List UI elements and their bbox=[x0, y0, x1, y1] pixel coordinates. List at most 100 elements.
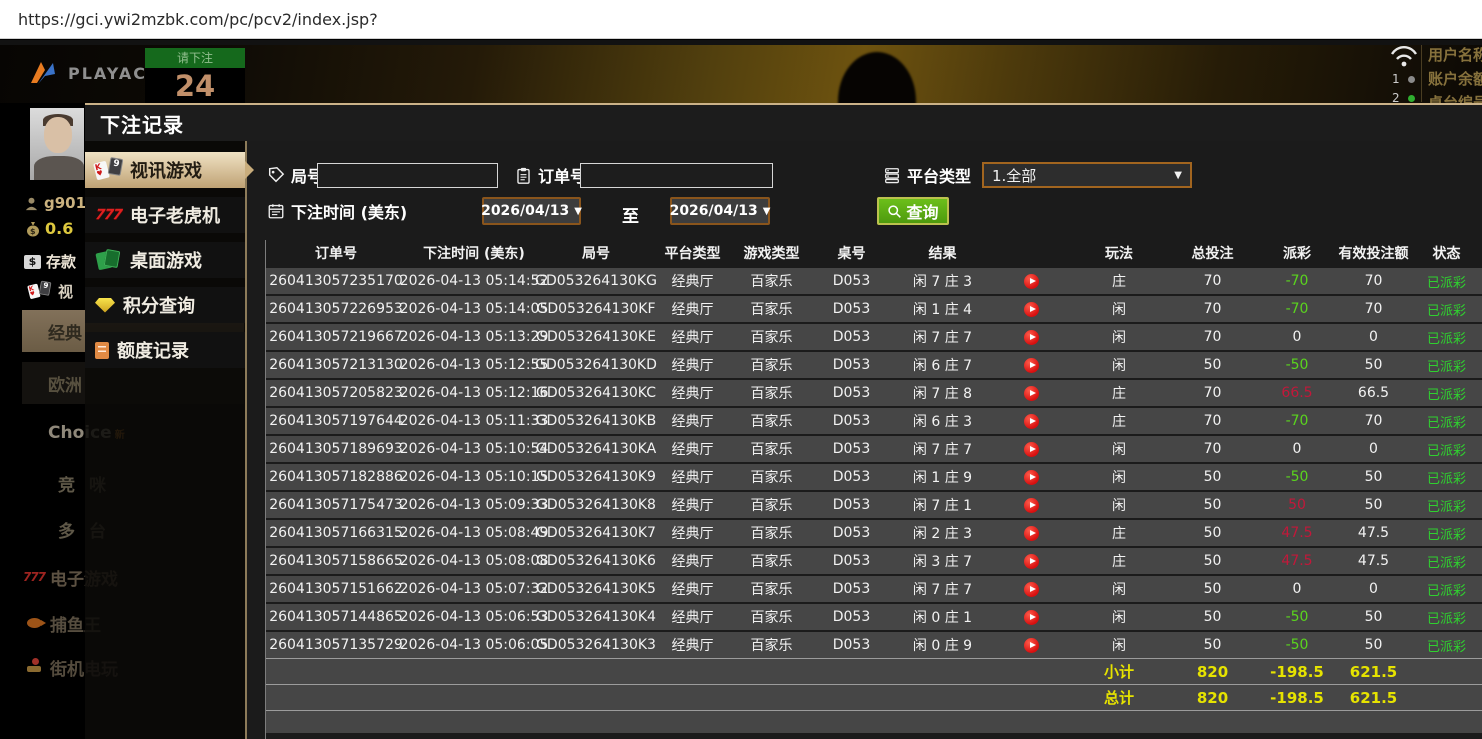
game-no-cell: GD053264130KE bbox=[536, 329, 656, 345]
total-bet-cell: 70 bbox=[1203, 273, 1222, 289]
table-row: 260413057235170 2026-04-13 05:14:52 GD0532… bbox=[266, 268, 1482, 294]
replay-button[interactable] bbox=[1023, 525, 1039, 541]
order-cell: 260413057151662 bbox=[269, 581, 403, 597]
avatar bbox=[30, 108, 84, 180]
result-cell: 闲 7 庄 7 bbox=[912, 582, 973, 598]
table-no-cell: D053 bbox=[832, 385, 871, 401]
replay-button[interactable] bbox=[1023, 637, 1039, 653]
status-cell: 已派彩 bbox=[1426, 359, 1466, 375]
total-bet-cell: 50 bbox=[1203, 525, 1222, 541]
platform-cell: 经典厅 bbox=[671, 386, 714, 402]
total-bet-cell: 50 bbox=[1203, 609, 1222, 625]
game-type-cell: 百家乐 bbox=[750, 526, 793, 542]
bet-timer: 请下注 24 bbox=[145, 48, 245, 103]
order-cell: 260413057144865 bbox=[269, 609, 403, 625]
sidebar-item-points-query[interactable]: 积分查询 bbox=[85, 287, 245, 323]
game-no-cell: GD053264130KD bbox=[535, 357, 657, 373]
column-header: 游戏类型 bbox=[743, 246, 800, 262]
valid-bet-cell: 50 bbox=[1364, 637, 1383, 653]
game-type-cell: 百家乐 bbox=[750, 302, 793, 318]
replay-button[interactable] bbox=[1023, 441, 1039, 457]
cards-icon: K ♥ 9 bbox=[27, 280, 52, 300]
replay-button[interactable] bbox=[1023, 385, 1039, 401]
total-bet-cell: 70 bbox=[1203, 441, 1222, 457]
game-type-cell: 百家乐 bbox=[750, 414, 793, 430]
replay-cell bbox=[990, 324, 1072, 350]
replay-button[interactable] bbox=[1023, 301, 1039, 317]
table-row: 260413057189693 2026-04-13 05:10:54 GD0532… bbox=[266, 436, 1482, 462]
game-type-cell: 百家乐 bbox=[750, 498, 793, 514]
subtotal-total-bet: 820 bbox=[1196, 662, 1229, 681]
table-rows: 260413057235170 2026-04-13 05:14:52 GD0532… bbox=[266, 268, 1482, 658]
playace-logo: PLAYACE bbox=[28, 57, 160, 89]
valid-bet-cell: 50 bbox=[1364, 357, 1383, 373]
valid-bet-cell: 50 bbox=[1364, 469, 1383, 485]
replay-button[interactable] bbox=[1023, 469, 1039, 485]
replay-cell bbox=[990, 632, 1072, 658]
order-cell: 260413057219667 bbox=[269, 329, 403, 345]
sidebar-item-label: 桌面游戏 bbox=[130, 251, 202, 272]
column-header: 订单号 bbox=[315, 246, 357, 262]
table-header-row: 订单号 下注时间 (美东) 局号 平台类型 游戏类型 桌号 结果 玩法 总投注 派彩 有效投注额 状态 bbox=[266, 240, 1482, 266]
replay-button[interactable] bbox=[1023, 497, 1039, 513]
order-cell: 260413057182886 bbox=[269, 469, 403, 485]
game-no-input[interactable] bbox=[317, 163, 498, 188]
bet-side-cell: 庄 bbox=[1112, 554, 1126, 570]
tag-icon bbox=[268, 167, 285, 183]
valid-bet-cell: 0 bbox=[1369, 581, 1378, 597]
result-cell: 闲 0 庄 1 bbox=[912, 610, 973, 626]
date-to-value: 2026/04/13 bbox=[669, 203, 758, 219]
replay-button[interactable] bbox=[1023, 413, 1039, 429]
username: g901 bbox=[44, 194, 87, 212]
svg-text:$: $ bbox=[30, 227, 36, 236]
total-row: 总计 820 -198.5 621.5 bbox=[266, 684, 1482, 710]
bet-time-cell: 2026-04-13 05:07:32 bbox=[399, 581, 549, 597]
total-valid-bet: 621.5 bbox=[1349, 688, 1398, 707]
platform-cell: 经典厅 bbox=[671, 526, 714, 542]
payout-cell: 0 bbox=[1292, 581, 1302, 597]
query-button[interactable]: 查询 bbox=[877, 197, 949, 225]
game-no-cell: GD053264130K9 bbox=[536, 469, 656, 485]
result-cell: 闲 2 庄 3 bbox=[912, 526, 973, 542]
payout-cell: -50 bbox=[1285, 637, 1309, 653]
bet-side-cell: 闲 bbox=[1112, 442, 1126, 458]
table-no-cell: D053 bbox=[832, 525, 871, 541]
date-from-picker[interactable]: 2026/04/13 ▼ bbox=[481, 197, 582, 225]
column-header: 总投注 bbox=[1191, 246, 1234, 262]
table-no-cell: D053 bbox=[832, 469, 871, 485]
replay-button[interactable] bbox=[1023, 329, 1039, 345]
platform-select[interactable]: 1.全部 ▼ bbox=[982, 162, 1192, 188]
sidebar-item-video-games[interactable]: K ♥ 9 视讯游戏 bbox=[85, 152, 254, 188]
bet-time-cell: 2026-04-13 05:12:55 bbox=[399, 357, 549, 373]
valid-bet-cell: 50 bbox=[1364, 497, 1383, 513]
status-cell: 已派彩 bbox=[1426, 611, 1466, 627]
sidebar-item-slots[interactable]: 777 电子老虎机 bbox=[85, 197, 245, 233]
sidebar-item-quota-records[interactable]: 额度记录 bbox=[85, 332, 245, 368]
result-cell: 闲 1 庄 9 bbox=[912, 470, 973, 486]
date-to-picker[interactable]: 2026/04/13 ▼ bbox=[670, 197, 770, 225]
browser-address-bar[interactable]: https://gci.ywi2mzbk.com/pc/pcv2/index.j… bbox=[0, 0, 1482, 39]
replay-button[interactable] bbox=[1023, 273, 1039, 289]
game-no-cell: GD053264130K5 bbox=[536, 581, 656, 597]
order-cell: 260413057175473 bbox=[269, 497, 403, 513]
replay-cell bbox=[990, 604, 1072, 630]
total-bet-cell: 50 bbox=[1203, 497, 1222, 513]
table-row: 260413057182886 2026-04-13 05:10:15 GD0532… bbox=[266, 464, 1482, 490]
bet-side-cell: 庄 bbox=[1112, 526, 1126, 542]
table-no-cell: D053 bbox=[832, 357, 871, 373]
chevron-down-icon: ▼ bbox=[762, 205, 771, 217]
platform-cell: 经典厅 bbox=[671, 498, 714, 514]
payout-cell: -70 bbox=[1285, 301, 1309, 317]
fish-icon bbox=[22, 613, 46, 633]
replay-button[interactable] bbox=[1023, 609, 1039, 625]
table-no-cell: D053 bbox=[832, 553, 871, 569]
game-type-cell: 百家乐 bbox=[750, 358, 793, 374]
table-no-cell: D053 bbox=[832, 441, 871, 457]
result-cell: 闲 7 庄 8 bbox=[912, 386, 973, 402]
replay-button[interactable] bbox=[1023, 553, 1039, 569]
payout-cell: -70 bbox=[1285, 413, 1309, 429]
sidebar-item-table-games[interactable]: 桌面游戏 bbox=[85, 242, 245, 278]
order-no-input[interactable] bbox=[580, 163, 773, 188]
replay-button[interactable] bbox=[1023, 581, 1039, 597]
replay-button[interactable] bbox=[1023, 357, 1039, 373]
